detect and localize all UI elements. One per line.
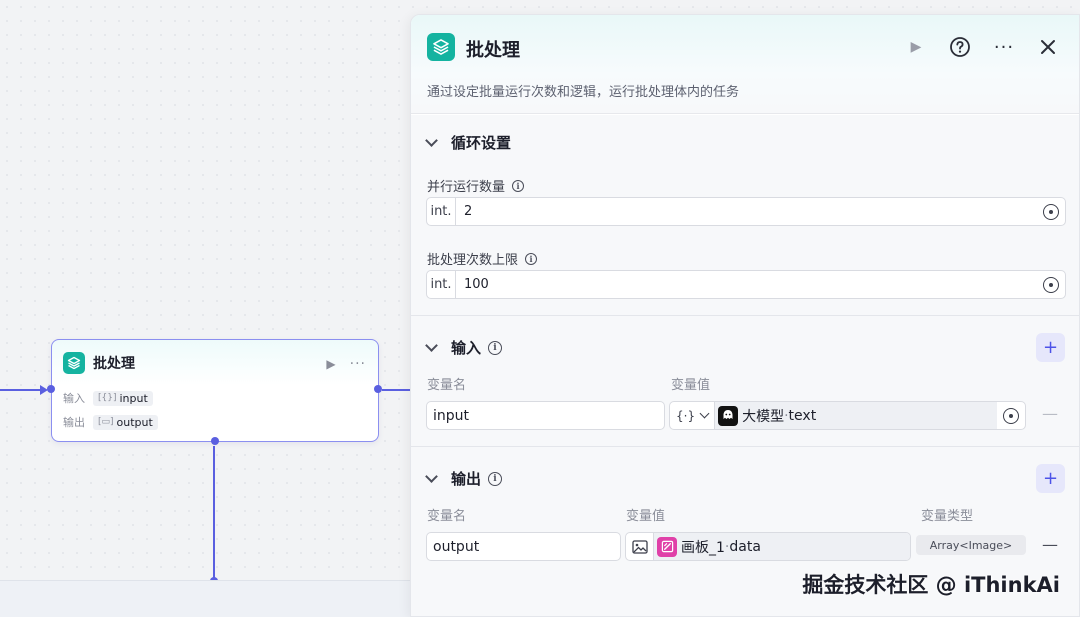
info-icon[interactable]: i [525,252,538,265]
llm-icon [718,405,739,426]
variable-ref-icon[interactable] [1003,407,1019,424]
node-settings-panel: 批处理 ▶ ··· 通过设定批量运行次数和逻辑，运行批处理体内的任务 循环设置 … [410,14,1080,617]
input-var-name-field[interactable]: input [426,401,665,430]
int-type-prefix: int. [427,271,456,298]
max-batch-value[interactable]: 100 [464,277,1043,292]
input-title: 输入 [451,339,482,357]
play-icon[interactable]: ▶ [326,357,335,371]
image-icon[interactable] [626,533,654,560]
input-ref-chip[interactable]: 大模型 · text [715,402,997,429]
array-icon: [{}] [98,393,117,403]
node-output-var: output [116,415,153,429]
panel-description: 通过设定批量运行次数和逻辑，运行批处理体内的任务 [427,85,740,100]
output-type-tag: Array<Image> [916,535,1026,555]
panel-header: 批处理 ▶ ··· 通过设定批量运行次数和逻辑，运行批处理体内的任务 [411,15,1079,114]
input-col-value: 变量值 [671,378,711,393]
input-var-name: input [433,407,470,424]
output-ref-chip[interactable]: 画板_1 · data [654,533,910,560]
info-icon[interactable]: i [488,340,503,355]
max-batch-input[interactable]: int. 100 [426,270,1066,299]
loop-settings-header[interactable]: 循环设置 [425,132,512,153]
loop-settings-section: 循环设置 并行运行数量 i int. 2 批处理次数上限 i int. 100 [411,115,1079,315]
more-icon[interactable]: ··· [992,35,1016,59]
chevron-down-icon[interactable] [425,339,438,352]
input-ref-field: text [788,407,817,424]
parallel-count-value[interactable]: 2 [464,204,1043,219]
output-var-name-field[interactable]: output [426,532,621,561]
panel-title[interactable]: 批处理 [466,36,520,62]
node-output-port[interactable] [374,385,382,393]
parallel-count-label: 并行运行数量 [427,180,506,195]
help-circle-icon[interactable] [948,35,972,59]
incoming-connector [0,389,42,391]
int-type-prefix: int. [427,198,456,225]
layers-icon [427,33,455,61]
node-input-var: input [119,391,148,405]
info-icon[interactable]: i [488,471,503,486]
output-var-name: output [433,538,480,555]
batch-node[interactable]: 批处理 ▶ ··· 输入 [{}] input 输出 [▭] output [47,339,382,445]
layers-icon [63,352,85,374]
variable-ref-icon[interactable] [1043,276,1059,293]
node-input-label: 输入 [63,392,85,405]
node-title: 批处理 [93,356,135,372]
canvas-board-icon [657,536,677,557]
minus-icon[interactable]: — [1042,535,1058,554]
close-icon[interactable] [1036,35,1060,59]
input-section: 输入 i + 变量名 变量值 input {·} 大模型 · text — [411,316,1079,446]
node-output-label: 输出 [63,416,85,429]
output-col-type: 变量类型 [921,509,974,524]
chevron-down-icon[interactable] [425,470,438,483]
watermark: 掘金技术社区 @ iThinkAi [802,573,1060,597]
batch-body-area [0,580,420,617]
chevron-down-icon[interactable] [425,134,438,147]
node-body-port[interactable] [211,437,219,445]
parallel-count-input[interactable]: int. 2 [426,197,1066,226]
add-output-button[interactable]: + [1036,464,1065,493]
output-var-value-field[interactable]: 画板_1 · data [625,532,911,561]
output-header[interactable]: 输出 i [425,468,503,489]
array-image-icon: [▭] [98,417,114,427]
node-input-tag: [{}] input [93,390,153,406]
output-ref-source: 画板_1 [681,539,725,556]
max-batch-label: 批处理次数上限 [427,253,519,268]
add-input-button[interactable]: + [1036,333,1065,362]
type-select[interactable]: {·} [670,402,716,429]
output-ref-field: data [729,538,761,555]
output-col-value: 变量值 [626,509,666,524]
info-icon[interactable]: i [512,179,525,192]
outgoing-connector [382,389,412,391]
node-input-port[interactable] [47,385,55,393]
variable-ref-icon[interactable] [1043,203,1059,220]
loop-settings-title: 循环设置 [451,134,512,152]
chevron-down-icon [699,408,710,419]
input-ref-source: 大模型 [742,408,785,425]
output-title: 输出 [451,470,482,488]
input-var-value-field[interactable]: {·} 大模型 · text [669,401,1026,430]
play-icon[interactable]: ▶ [904,35,928,59]
object-icon: {·} [676,408,696,423]
output-col-name: 变量名 [427,509,467,524]
more-icon[interactable]: ··· [350,356,366,372]
batch-body-connector [213,446,215,580]
input-col-name: 变量名 [427,378,467,393]
input-header[interactable]: 输入 i [425,337,503,358]
node-output-tag: [▭] output [93,414,158,430]
minus-icon[interactable]: — [1042,404,1058,423]
